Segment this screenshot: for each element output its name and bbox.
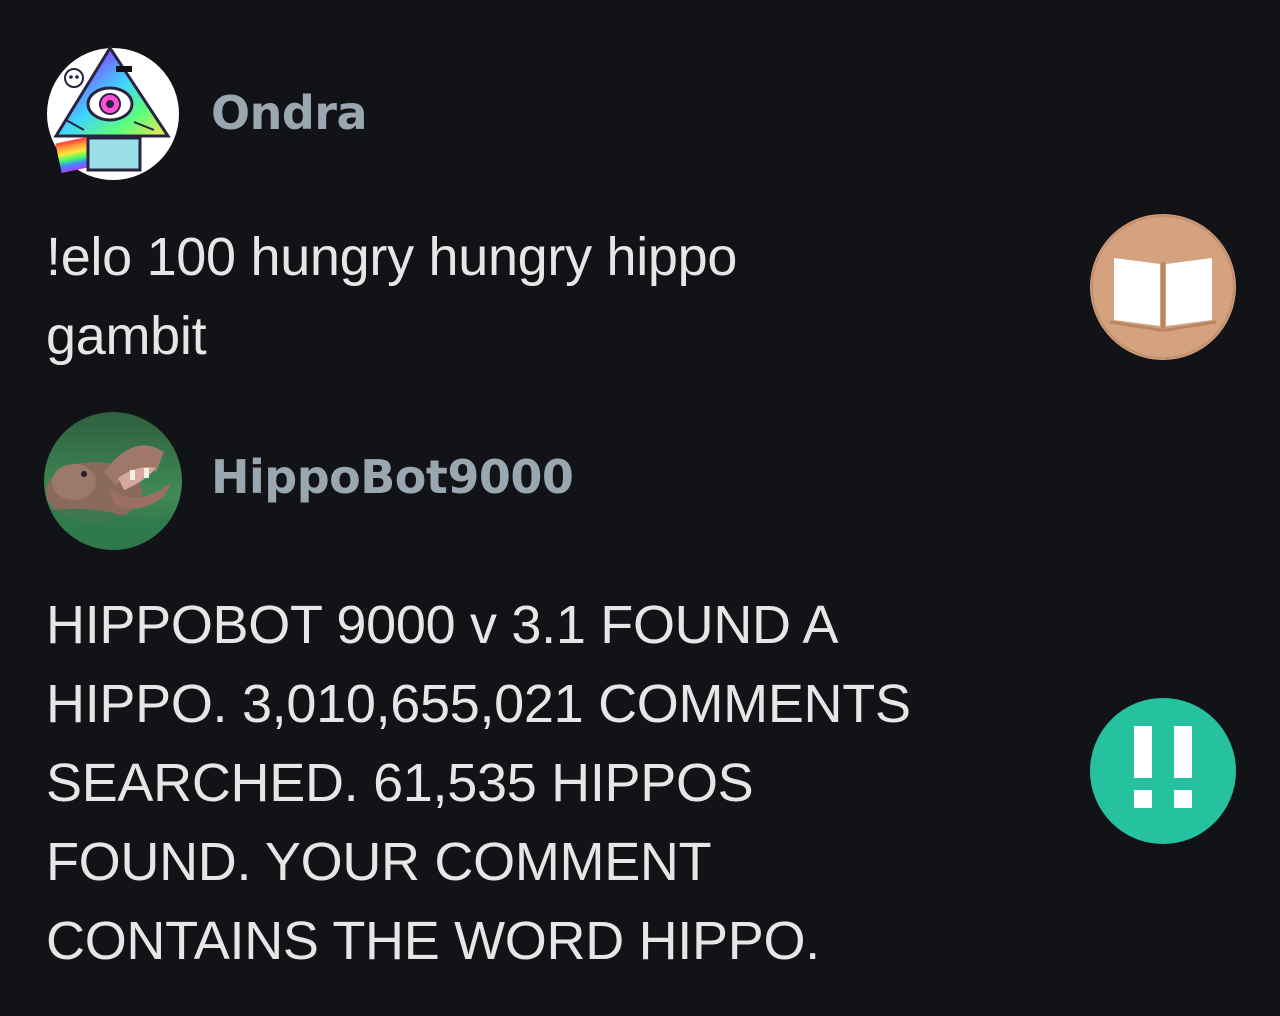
comment-text: !elo 100 hungry hungry hippo gambit xyxy=(46,218,737,376)
comment-line: HIPPOBOT 9000 v 3.1 FOUND A xyxy=(46,595,839,655)
avatar[interactable] xyxy=(44,412,182,550)
award-button[interactable] xyxy=(1090,698,1236,844)
comment-line: HIPPO. 3,010,655,021 COMMENTS xyxy=(46,674,911,734)
hippo-photo-avatar-icon xyxy=(44,412,182,550)
book-icon xyxy=(1091,215,1235,359)
comment-line: SEARCHED. 61,535 HIPPOS xyxy=(46,753,754,813)
award-button[interactable] xyxy=(1090,214,1236,360)
comment-line: !elo 100 hungry hungry hippo xyxy=(46,227,738,287)
username[interactable]: HippoBot9000 xyxy=(211,450,574,504)
comment-line: gambit xyxy=(46,306,207,366)
username[interactable]: Ondra xyxy=(211,86,368,140)
double-exclamation-icon xyxy=(1091,699,1235,843)
pyramid-eye-avatar-icon xyxy=(47,45,179,180)
comment-line: CONTAINS THE WORD HIPPO. xyxy=(46,911,820,971)
avatar[interactable] xyxy=(44,44,182,182)
comment-text: HIPPOBOT 9000 v 3.1 FOUND A HIPPO. 3,010… xyxy=(46,586,911,981)
comment-line: FOUND. YOUR COMMENT xyxy=(46,832,712,892)
